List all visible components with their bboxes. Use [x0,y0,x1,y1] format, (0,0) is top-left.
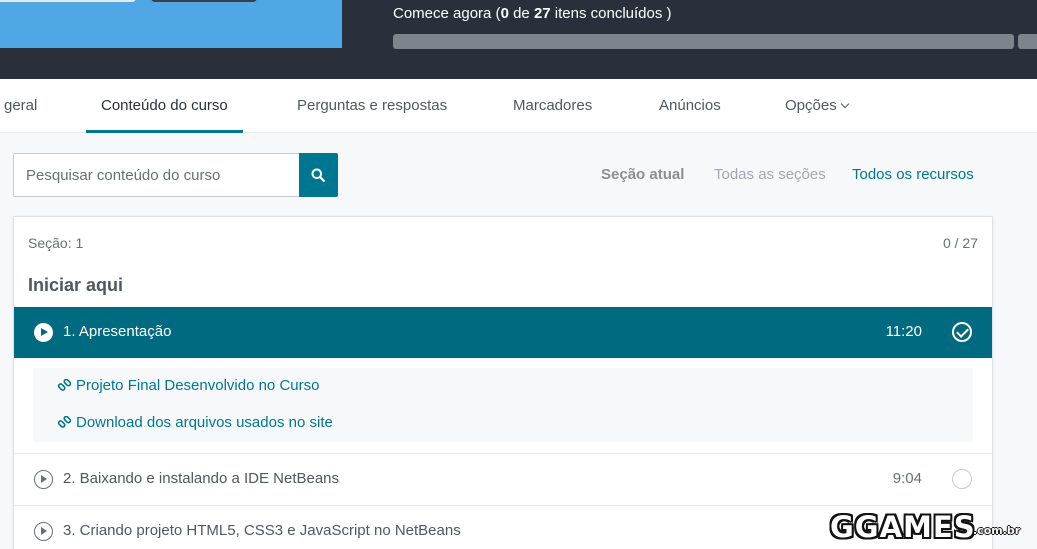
thumbnail-button-edge [0,0,136,2]
lecture-title: 3. Criando projeto HTML5, CSS3 e JavaScr… [63,522,461,539]
play-icon [34,323,53,342]
course-header: Comece agora (0 de 27 itens concluídos ) [0,0,1037,79]
total-count: 27 [533,5,551,22]
section-label: Seção: 1 [28,235,84,251]
tab-announcements[interactable]: Anúncios [659,79,721,133]
tab-options-label: Opções [785,97,837,114]
play-icon [34,470,53,489]
lecture-item[interactable]: 2. Baixando e instalando a IDE NetBeans … [14,453,992,504]
link-icon [57,379,72,391]
tab-options[interactable]: Opções [785,79,849,133]
link-icon [57,416,72,428]
lecture-duration: 11:20 [885,323,922,340]
completed-count: 0 [500,5,509,22]
tab-overview[interactable]: geral [4,79,37,133]
watermark-text: GGAMES [830,510,976,544]
tab-course-content[interactable]: Conteúdo do curso [86,79,243,133]
filter-all-sections[interactable]: Todas as seções [714,166,826,183]
filter-current-section[interactable]: Seção atual [601,166,684,183]
site-watermark-logo: GGAMES .com.br [830,510,1037,549]
filter-all-resources[interactable]: Todos os recursos [852,166,974,183]
tab-bookmarks[interactable]: Marcadores [513,79,592,133]
progress-bar [393,34,1014,49]
course-thumbnail[interactable] [0,0,342,48]
progress-bar-end [1018,34,1037,49]
lecture-duration: 9:04 [892,470,922,487]
lecture-item-active[interactable]: 1. Apresentação 11:20 [14,307,992,358]
lecture-resources: Projeto Final Desenvolvido no Curso Down… [33,368,973,442]
section-title: Iniciar aqui [28,275,124,295]
course-tabs: geral Conteúdo do curso Perguntas e resp… [0,79,1037,133]
chevron-down-icon [840,99,849,109]
watermark-domain: .com.br [973,524,1021,537]
completion-checkbox[interactable] [952,469,972,489]
play-icon [34,522,53,541]
progress-text: Comece agora (0 de 27 itens concluídos ) [393,5,672,22]
lecture-title: 2. Baixando e instalando a IDE NetBeans [63,470,340,487]
thumbnail-button-edge-dark [151,0,257,2]
search-icon [311,168,325,182]
search-button[interactable] [299,153,338,197]
section-progress-count: 0 / 27 [942,235,978,251]
completed-check-icon[interactable] [952,322,972,342]
search-input[interactable] [13,153,299,197]
curriculum-panel: Seção: 1 0 / 27 Iniciar aqui 1. Apresent… [13,216,993,549]
tab-questions-answers[interactable]: Perguntas e respostas [297,79,447,133]
lecture-title: 1. Apresentação [63,323,172,340]
